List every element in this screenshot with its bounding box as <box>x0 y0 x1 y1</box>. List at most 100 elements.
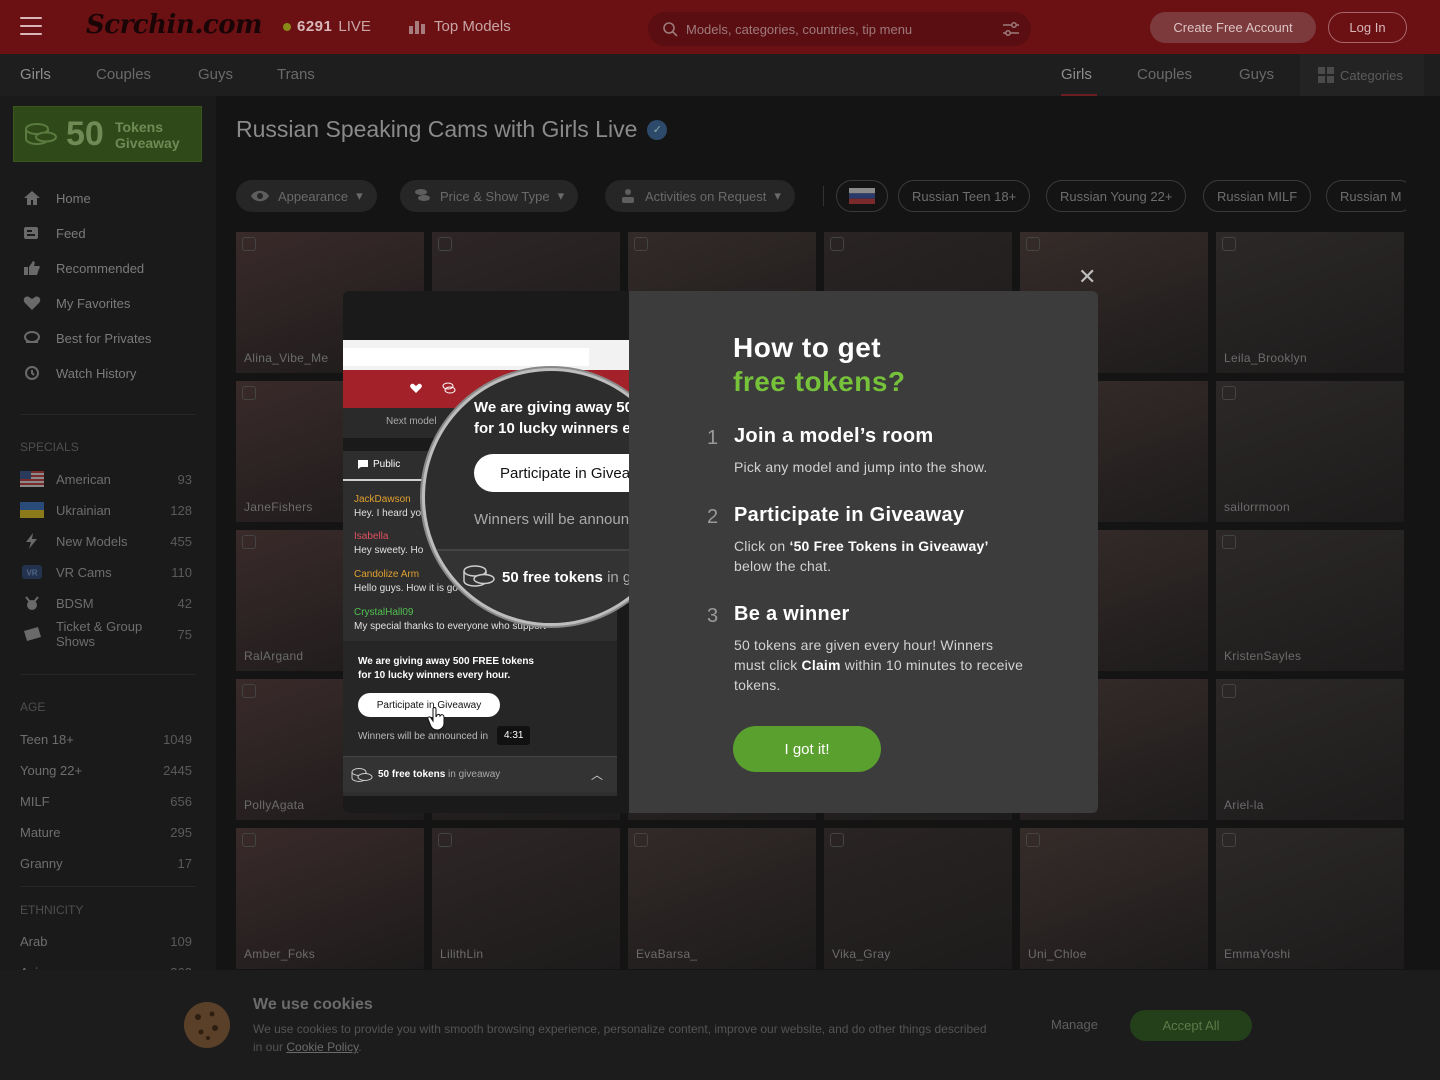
sidebar-special-vr-cams[interactable]: VR VR Cams 110 <box>20 564 192 580</box>
live-counter: 6291 LIVE <box>283 18 371 35</box>
close-icon[interactable]: ✕ <box>1078 264 1096 290</box>
special-count: 128 <box>170 502 192 518</box>
live-count: 6291 <box>297 18 333 35</box>
model-card[interactable]: Vika_Gray <box>824 828 1012 969</box>
tab-guys[interactable]: Guys <box>198 66 233 83</box>
tab-couples[interactable]: Couples <box>96 66 151 83</box>
create-account-button[interactable]: Create Free Account <box>1150 12 1316 43</box>
specials-title: Specials <box>20 440 79 454</box>
sidebar-item-favorites[interactable]: My Favorites <box>20 295 130 311</box>
model-card[interactable]: Ariel-la <box>1216 679 1404 820</box>
pill-russian-milf[interactable]: Russian MILF <box>1203 180 1312 212</box>
price-show-type-filter[interactable]: Price & Show Type ▾ <box>400 180 579 212</box>
tab-guys-right[interactable]: Guys <box>1239 66 1274 83</box>
russia-flag-pill[interactable] <box>836 180 888 212</box>
search-bar[interactable] <box>648 12 1031 46</box>
tab-girls-right[interactable]: Girls <box>1061 66 1092 83</box>
sidebar-age-mature[interactable]: Mature 295 <box>20 825 192 840</box>
feed-icon <box>20 225 44 241</box>
sidebar-item-feed[interactable]: Feed <box>20 225 86 241</box>
search-input[interactable] <box>686 21 986 37</box>
sidebar-age-teen[interactable]: Teen 18+ 1049 <box>20 732 192 747</box>
divider <box>20 414 196 415</box>
age-count: 1049 <box>163 732 192 747</box>
activity-icon <box>622 189 634 203</box>
model-card[interactable]: KristenSayles <box>1216 530 1404 671</box>
free-tokens-text: 50 free tokens in giveaway <box>378 769 500 780</box>
home-icon <box>20 190 44 206</box>
categories-button[interactable]: Categories <box>1300 54 1424 96</box>
model-name: Amber_Foks <box>244 947 316 961</box>
step-number: 1 <box>707 427 719 449</box>
mobile-icon <box>1222 386 1236 400</box>
sidebar-special-american[interactable]: American 93 <box>20 471 192 487</box>
model-name: KristenSayles <box>1224 649 1302 663</box>
tab-girls[interactable]: Girls <box>20 66 51 83</box>
model-name: EmmaYoshi <box>1224 947 1291 961</box>
cookie-icon <box>184 1002 230 1048</box>
sidebar-age-young[interactable]: Young 22+ 2445 <box>20 763 192 778</box>
got-it-button[interactable]: I got it! <box>733 726 881 772</box>
tab-trans[interactable]: Trans <box>277 66 315 83</box>
mobile-icon <box>634 237 648 251</box>
sidebar-item-history[interactable]: Watch History <box>20 365 136 381</box>
cookie-accept-button[interactable]: Accept All <box>1130 1010 1252 1041</box>
pill-russian-more[interactable]: Russian M <box>1326 180 1406 212</box>
cookie-manage-button[interactable]: Manage <box>1051 1017 1098 1032</box>
mobile-icon <box>242 684 256 698</box>
site-logo[interactable]: Scrchin.com <box>86 10 263 40</box>
sidebar-item-home[interactable]: Home <box>20 190 91 206</box>
login-button[interactable]: Log In <box>1328 12 1407 43</box>
model-card[interactable]: sailorrmoon <box>1216 381 1404 522</box>
model-name: Uni_Chloe <box>1028 947 1087 961</box>
sidebar-age-granny[interactable]: Granny 17 <box>20 856 192 871</box>
step-description: Pick any model and jump into the show. <box>734 459 988 475</box>
activities-filter[interactable]: Activities on Request ▾ <box>605 180 795 212</box>
illustration-top-bar <box>343 340 629 370</box>
pill-russian-teen[interactable]: Russian Teen 18+ <box>898 180 1031 212</box>
sidebar-item-recommended[interactable]: Recommended <box>20 260 144 276</box>
sidebar-special-ukrainian[interactable]: Ukrainian 128 <box>20 502 192 518</box>
chat-text: Hey sweety. Ho <box>354 545 424 556</box>
tokens-giveaway-banner[interactable]: 50 Tokens Giveaway <box>13 106 202 162</box>
tab-couples-right[interactable]: Couples <box>1137 66 1192 83</box>
cookie-policy-link[interactable]: Cookie Policy <box>286 1040 358 1054</box>
mobile-icon <box>438 237 452 251</box>
giveaway-line2: Giveaway <box>115 135 180 151</box>
appearance-filter[interactable]: Appearance ▾ <box>236 180 377 212</box>
sidebar-special-new-models[interactable]: New Models 455 <box>20 533 192 549</box>
sidebar-special-ticket-shows[interactable]: Ticket & Group Shows 75 <box>20 619 192 649</box>
model-card[interactable]: EmmaYoshi <box>1216 828 1404 969</box>
special-count: 42 <box>177 595 192 611</box>
model-card[interactable]: LilithLin <box>432 828 620 969</box>
filter-settings-icon[interactable] <box>1003 22 1019 36</box>
sidebar-item-privates[interactable]: Best for Privates <box>20 330 151 346</box>
category-subnav: Girls Couples Guys Trans Girls Couples G… <box>0 54 1440 96</box>
coins-icon <box>25 123 57 145</box>
menu-icon[interactable] <box>20 17 42 35</box>
top-models-link[interactable]: Top Models <box>408 17 511 35</box>
vr-icon: VR <box>22 565 42 579</box>
model-card[interactable]: Uni_Chloe <box>1020 828 1208 969</box>
eye-icon <box>251 190 269 202</box>
pill-russian-young[interactable]: Russian Young 22+ <box>1046 180 1187 212</box>
sidebar-ethnicity-arab[interactable]: Arab 109 <box>20 934 192 949</box>
model-name: JaneFishers <box>244 500 313 514</box>
mobile-icon <box>242 833 256 847</box>
cookie-banner: We use cookies We use cookies to provide… <box>0 970 1440 1080</box>
model-name: sailorrmoon <box>1224 500 1290 514</box>
chevron-up-icon: ︿ <box>591 768 604 782</box>
model-name: PollyAgata <box>244 798 305 812</box>
model-card[interactable]: Amber_Foks <box>236 828 424 969</box>
sidebar-age-milf[interactable]: MILF 656 <box>20 794 192 809</box>
sidebar-special-bdsm[interactable]: BDSM 42 <box>20 595 192 611</box>
cookie-text: We use cookies to provide you with smoot… <box>253 1022 987 1054</box>
mobile-icon <box>1026 237 1040 251</box>
model-card[interactable]: EvaBarsa_ <box>628 828 816 969</box>
ticket-icon <box>24 627 41 641</box>
mobile-icon <box>830 833 844 847</box>
model-card[interactable]: Leila_Brooklyn <box>1216 232 1404 373</box>
special-label: New Models <box>56 533 128 549</box>
model-name: EvaBarsa_ <box>636 947 698 961</box>
mag-text-line1: We are giving away 500 <box>474 399 642 416</box>
